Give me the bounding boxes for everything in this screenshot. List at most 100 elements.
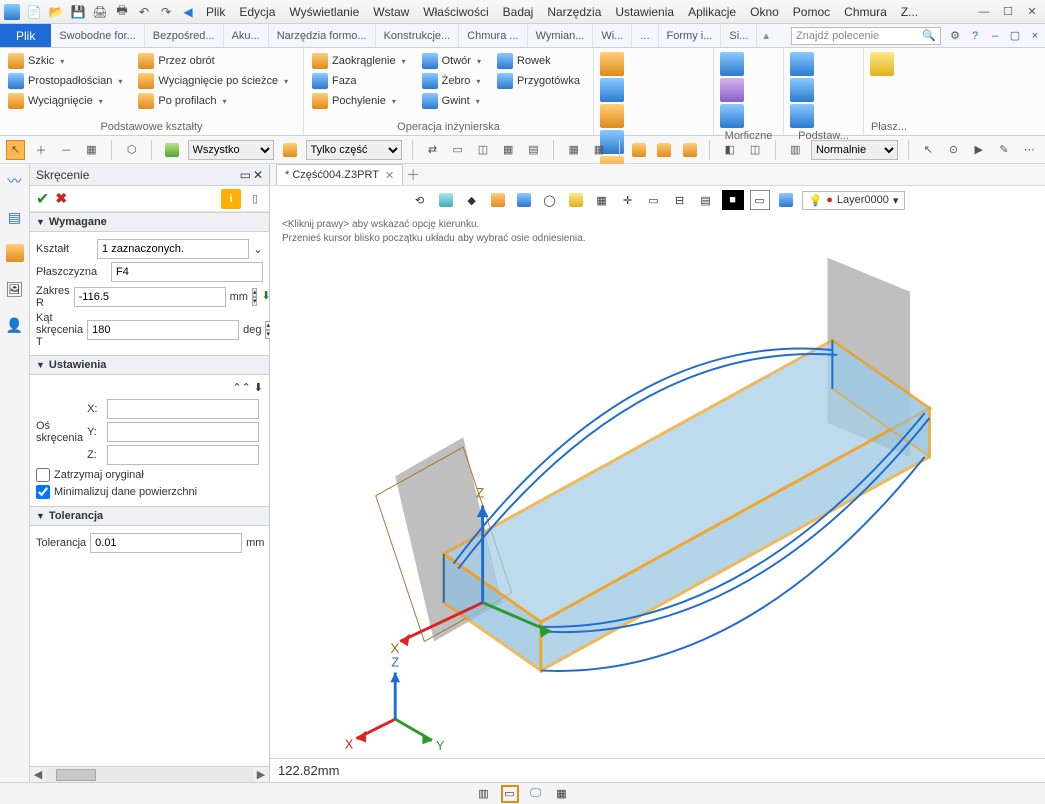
save-icon[interactable]: 💾	[70, 4, 86, 20]
ksztalt-dd-icon[interactable]: ⌄	[253, 243, 263, 256]
base-ic1[interactable]	[790, 52, 814, 76]
print-icon[interactable]: 🖨	[92, 4, 108, 20]
menu-wyswietlanie[interactable]: Wyświetlanie	[285, 3, 363, 21]
ok-icon[interactable]: ✔	[36, 189, 49, 209]
back-icon[interactable]: ◀	[180, 4, 196, 20]
tr-ic18[interactable]: ⋯	[1020, 140, 1039, 160]
tool-grid-icon[interactable]: ▦	[82, 140, 101, 160]
morph-ic3[interactable]	[720, 104, 744, 128]
vt-11[interactable]: ⊟	[670, 190, 690, 210]
tool-box-icon[interactable]	[280, 140, 299, 160]
bb-ic4[interactable]: ▦	[553, 785, 571, 803]
vt-3[interactable]: ◆	[462, 190, 482, 210]
info-icon[interactable]: i	[221, 189, 241, 209]
subtab-4[interactable]: Konstrukcje...	[376, 24, 460, 47]
panel-hscroll[interactable]: ◀ ▶	[30, 766, 269, 782]
minimize-checkbox[interactable]	[36, 485, 50, 499]
menu-chmura[interactable]: Chmura	[840, 3, 891, 21]
subtab-0[interactable]: Swobodne for...	[51, 24, 144, 47]
edit-ic1[interactable]	[600, 52, 624, 76]
section-tolerance[interactable]: ▼Tolerancja	[30, 506, 269, 526]
edit-ic3[interactable]	[600, 104, 624, 128]
viewport[interactable]: * Część004.Z3PRT ✕ ＋ ⟲ ◆ ◯ ▦ ✛ ▭ ⊟ ▤ ■ ▭…	[270, 164, 1045, 782]
tab-plik[interactable]: Plik	[0, 24, 51, 47]
search-input[interactable]: Znajdź polecenie 🔍	[791, 27, 941, 45]
inner-close-icon[interactable]: ×	[1027, 28, 1043, 44]
settings-pick-icon[interactable]: ⬇	[254, 382, 263, 394]
print2-icon[interactable]: 🖶	[114, 4, 130, 20]
mode-select[interactable]: Normalnie	[811, 140, 898, 160]
zakres-input[interactable]	[74, 287, 226, 307]
subtab-7[interactable]: Wi...	[593, 24, 632, 47]
keep-original-checkbox[interactable]	[36, 468, 50, 482]
doc-tab-active[interactable]: * Część004.Z3PRT ✕	[276, 164, 403, 185]
tr-ic15[interactable]: ⊙	[944, 140, 963, 160]
undo-icon[interactable]: ↶	[136, 4, 152, 20]
vt-8[interactable]: ▦	[592, 190, 612, 210]
btn-zaokraglenie[interactable]: Zaokrąglenie▾	[310, 52, 408, 70]
doc-tab-close-icon[interactable]: ✕	[385, 169, 394, 182]
tabs-overflow-icon[interactable]: ▴	[757, 29, 775, 42]
close-icon[interactable]: ✕	[1023, 4, 1041, 20]
menu-z[interactable]: Z...	[897, 3, 922, 21]
vt-14[interactable]: ▭	[750, 190, 770, 210]
vt-13[interactable]: ■	[722, 190, 744, 210]
menu-edycja[interactable]: Edycja	[235, 3, 279, 21]
btn-pochylenie[interactable]: Pochylenie▾	[310, 92, 408, 110]
bb-ic2[interactable]: ▭	[501, 785, 519, 803]
maximize-icon[interactable]: ☐	[999, 4, 1017, 20]
section-settings[interactable]: ▼Ustawienia	[30, 355, 269, 375]
subtab-10[interactable]: Si...	[721, 24, 757, 47]
tr-ic2[interactable]: ▭	[448, 140, 467, 160]
bb-ic1[interactable]: ▥	[475, 785, 493, 803]
flat-ic1[interactable]	[870, 52, 894, 76]
minimize-icon[interactable]: —	[975, 4, 993, 20]
subtab-8[interactable]: ...	[632, 24, 658, 47]
morph-ic1[interactable]	[720, 52, 744, 76]
btn-przez-obrot[interactable]: Przez obrót	[136, 52, 290, 70]
tr-ic4[interactable]: ▦	[499, 140, 518, 160]
vt-5[interactable]	[514, 190, 534, 210]
tr-ic13[interactable]: ▥	[786, 140, 805, 160]
btn-otwor[interactable]: Otwór▾	[420, 52, 483, 70]
base-ic3[interactable]	[790, 104, 814, 128]
tool-minus-icon[interactable]: －	[57, 140, 76, 160]
tr-ic1[interactable]: ⇄	[423, 140, 442, 160]
new-icon[interactable]: 📄	[26, 4, 42, 20]
menu-plik[interactable]: Plik	[202, 3, 229, 21]
subtab-6[interactable]: Wymian...	[528, 24, 594, 47]
btn-po-profilach[interactable]: Po profilach▾	[136, 92, 290, 110]
rail-image-icon[interactable]: 🖼	[4, 278, 26, 300]
menu-wlasciwosci[interactable]: Właściwości	[419, 3, 492, 21]
vt-2[interactable]	[436, 190, 456, 210]
zakres-spinner[interactable]: ▴▾	[252, 288, 258, 306]
collapse-icon[interactable]: ⌃⌃	[232, 382, 250, 394]
vt-12[interactable]: ▤	[696, 190, 716, 210]
redo-icon[interactable]: ↷	[158, 4, 174, 20]
menu-okno[interactable]: Okno	[746, 3, 783, 21]
vt-6[interactable]: ◯	[540, 190, 560, 210]
inner-max-icon[interactable]: ▢	[1007, 28, 1023, 44]
btn-faza[interactable]: Faza	[310, 72, 408, 90]
btn-prostopadloscian[interactable]: Prostopadłościan▾	[6, 72, 124, 90]
plaszczyzna-input[interactable]	[111, 262, 263, 282]
morph-ic2[interactable]	[720, 78, 744, 102]
tr-ic16[interactable]: ▶	[969, 140, 988, 160]
btn-gwint[interactable]: Gwint▾	[420, 92, 483, 110]
subtab-9[interactable]: Formy i...	[659, 24, 722, 47]
tr-ic9[interactable]	[655, 140, 674, 160]
tool-chart-icon[interactable]	[162, 140, 181, 160]
tr-ic5[interactable]: ▤	[524, 140, 543, 160]
rail-user-icon[interactable]: 👤	[4, 314, 26, 336]
vt-1[interactable]: ⟲	[410, 190, 430, 210]
canvas[interactable]: <Kliknij prawy> aby wskazać opcję kierun…	[270, 214, 1045, 758]
vt-15[interactable]	[776, 190, 796, 210]
section-required[interactable]: ▼Wymagane	[30, 212, 269, 232]
tol-input[interactable]	[90, 533, 242, 553]
tr-ic14[interactable]: ↖	[919, 140, 938, 160]
btn-rowek[interactable]: Rowek	[495, 52, 582, 70]
btn-szkic[interactable]: Szkic▾	[6, 52, 124, 70]
menu-wstaw[interactable]: Wstaw	[369, 3, 413, 21]
edit-ic2[interactable]	[600, 78, 624, 102]
bb-ic3[interactable]: 🖵	[527, 785, 545, 803]
